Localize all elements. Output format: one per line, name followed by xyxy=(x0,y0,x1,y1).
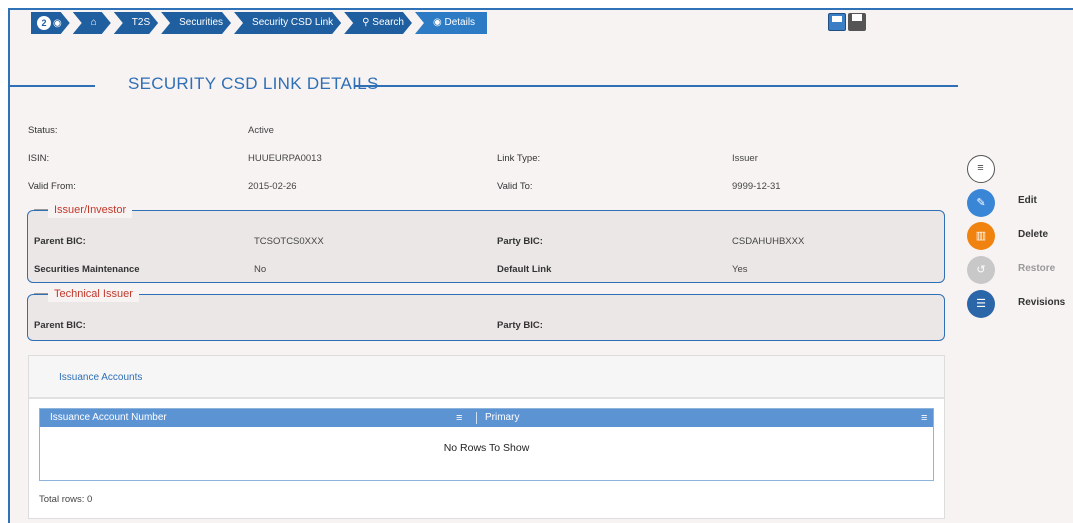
valid-from-label: Valid From: xyxy=(28,181,76,192)
securities-maintenance-label: Securities Maintenance xyxy=(34,264,140,275)
menu-button[interactable]: ≡ xyxy=(967,155,995,183)
edit-label[interactable]: Edit xyxy=(1018,195,1037,206)
title-divider-right xyxy=(355,85,958,87)
isin-value: HUUEURPA0013 xyxy=(248,153,322,164)
technical-parent-bic-label: Parent BIC: xyxy=(34,320,86,331)
link-type-label: Link Type: xyxy=(497,153,541,164)
restore-button[interactable]: ↺ xyxy=(967,256,995,284)
home-icon: ⌂ xyxy=(90,17,97,28)
history-count-badge: 2 xyxy=(37,16,51,30)
restore-label[interactable]: Restore xyxy=(1018,263,1055,274)
default-link-value: Yes xyxy=(732,264,748,275)
column-header-issuance-account-number[interactable]: Issuance Account Number xyxy=(50,409,167,427)
search-icon: ⚲ xyxy=(362,17,370,28)
breadcrumb-item-securities[interactable]: Securities xyxy=(161,12,231,34)
page-title: SECURITY CSD LINK DETAILS xyxy=(128,74,379,93)
eye-icon: ◉ xyxy=(53,18,62,29)
issuer-investor-section: Issuer/Investor xyxy=(27,202,945,283)
list-icon: ≡ xyxy=(977,162,984,174)
grid-header: Issuance Account Number ≡ Primary ≡ xyxy=(40,409,933,427)
database-icon: ☰ xyxy=(976,298,986,310)
breadcrumb-details-label: Details xyxy=(444,17,476,28)
valid-to-label: Valid To: xyxy=(497,181,533,192)
issuance-accounts-tabbar: Issuance Accounts xyxy=(29,356,944,399)
securities-maintenance-value: No xyxy=(254,264,267,275)
column-menu-icon[interactable]: ≡ xyxy=(456,409,462,427)
revisions-button[interactable]: ☰ xyxy=(967,290,995,318)
breadcrumb-item-security-csd-link[interactable]: Security CSD Link xyxy=(234,12,341,34)
breadcrumb: 2 ◉ ⌂ T2S Securities Security CSD Link ⚲ … xyxy=(31,12,490,34)
issuer-investor-legend: Issuer/Investor xyxy=(33,202,133,218)
issuance-accounts-panel: Issuance Accounts Issuance Account Numbe… xyxy=(28,355,945,519)
title-divider-left xyxy=(10,85,95,87)
eye-icon: ◉ xyxy=(432,17,442,28)
parent-bic-label: Parent BIC: xyxy=(34,236,86,247)
link-type-value: Issuer xyxy=(732,153,758,164)
breadcrumb-item-t2s[interactable]: T2S xyxy=(114,12,158,34)
delete-button[interactable]: ▥ xyxy=(967,222,995,250)
breadcrumb-badge[interactable]: 2 ◉ xyxy=(31,12,70,34)
tab-issuance-accounts[interactable]: Issuance Accounts xyxy=(59,372,142,383)
edit-button[interactable]: ✎ xyxy=(967,189,995,217)
save-icon[interactable] xyxy=(828,13,846,31)
page-title-row: SECURITY CSD LINK DETAILS xyxy=(10,74,958,96)
revisions-label[interactable]: Revisions xyxy=(1018,297,1065,308)
restore-icon: ↺ xyxy=(976,264,986,276)
trash-icon: ▥ xyxy=(975,230,987,242)
column-menu-icon[interactable]: ≡ xyxy=(921,409,927,427)
technical-issuer-legend: Technical Issuer xyxy=(34,286,139,302)
empty-grid-message: No Rows To Show xyxy=(443,442,530,454)
valid-from-value: 2015-02-26 xyxy=(248,181,297,192)
technical-issuer-section: Technical Issuer xyxy=(27,286,945,341)
column-header-primary[interactable]: Primary xyxy=(485,409,519,427)
status-value: Active xyxy=(248,125,274,136)
print-icon[interactable] xyxy=(848,13,866,31)
top-toolbar xyxy=(828,13,866,31)
issuance-accounts-grid: Issuance Account Number ≡ Primary ≡ No R… xyxy=(39,408,934,481)
total-rows-count: Total rows: 0 xyxy=(39,494,93,505)
column-separator[interactable] xyxy=(476,412,477,424)
party-bic-label: Party BIC: xyxy=(497,236,543,247)
delete-label[interactable]: Delete xyxy=(1018,229,1048,240)
edit-icon: ✎ xyxy=(976,197,986,209)
breadcrumb-item-search[interactable]: ⚲ Search xyxy=(344,12,412,34)
parent-bic-value: TCSOTCS0XXX xyxy=(254,236,324,247)
breadcrumb-search-label: Search xyxy=(372,17,404,28)
party-bic-value: CSDAHUHBXXX xyxy=(732,236,805,247)
technical-party-bic-label: Party BIC: xyxy=(497,320,543,331)
isin-label: ISIN: xyxy=(28,153,50,164)
default-link-label: Default Link xyxy=(497,264,552,275)
status-label: Status: xyxy=(28,125,58,136)
breadcrumb-item-details[interactable]: ◉ Details xyxy=(414,12,488,34)
breadcrumb-home[interactable]: ⌂ xyxy=(73,12,111,34)
valid-to-value: 9999-12-31 xyxy=(732,181,781,192)
